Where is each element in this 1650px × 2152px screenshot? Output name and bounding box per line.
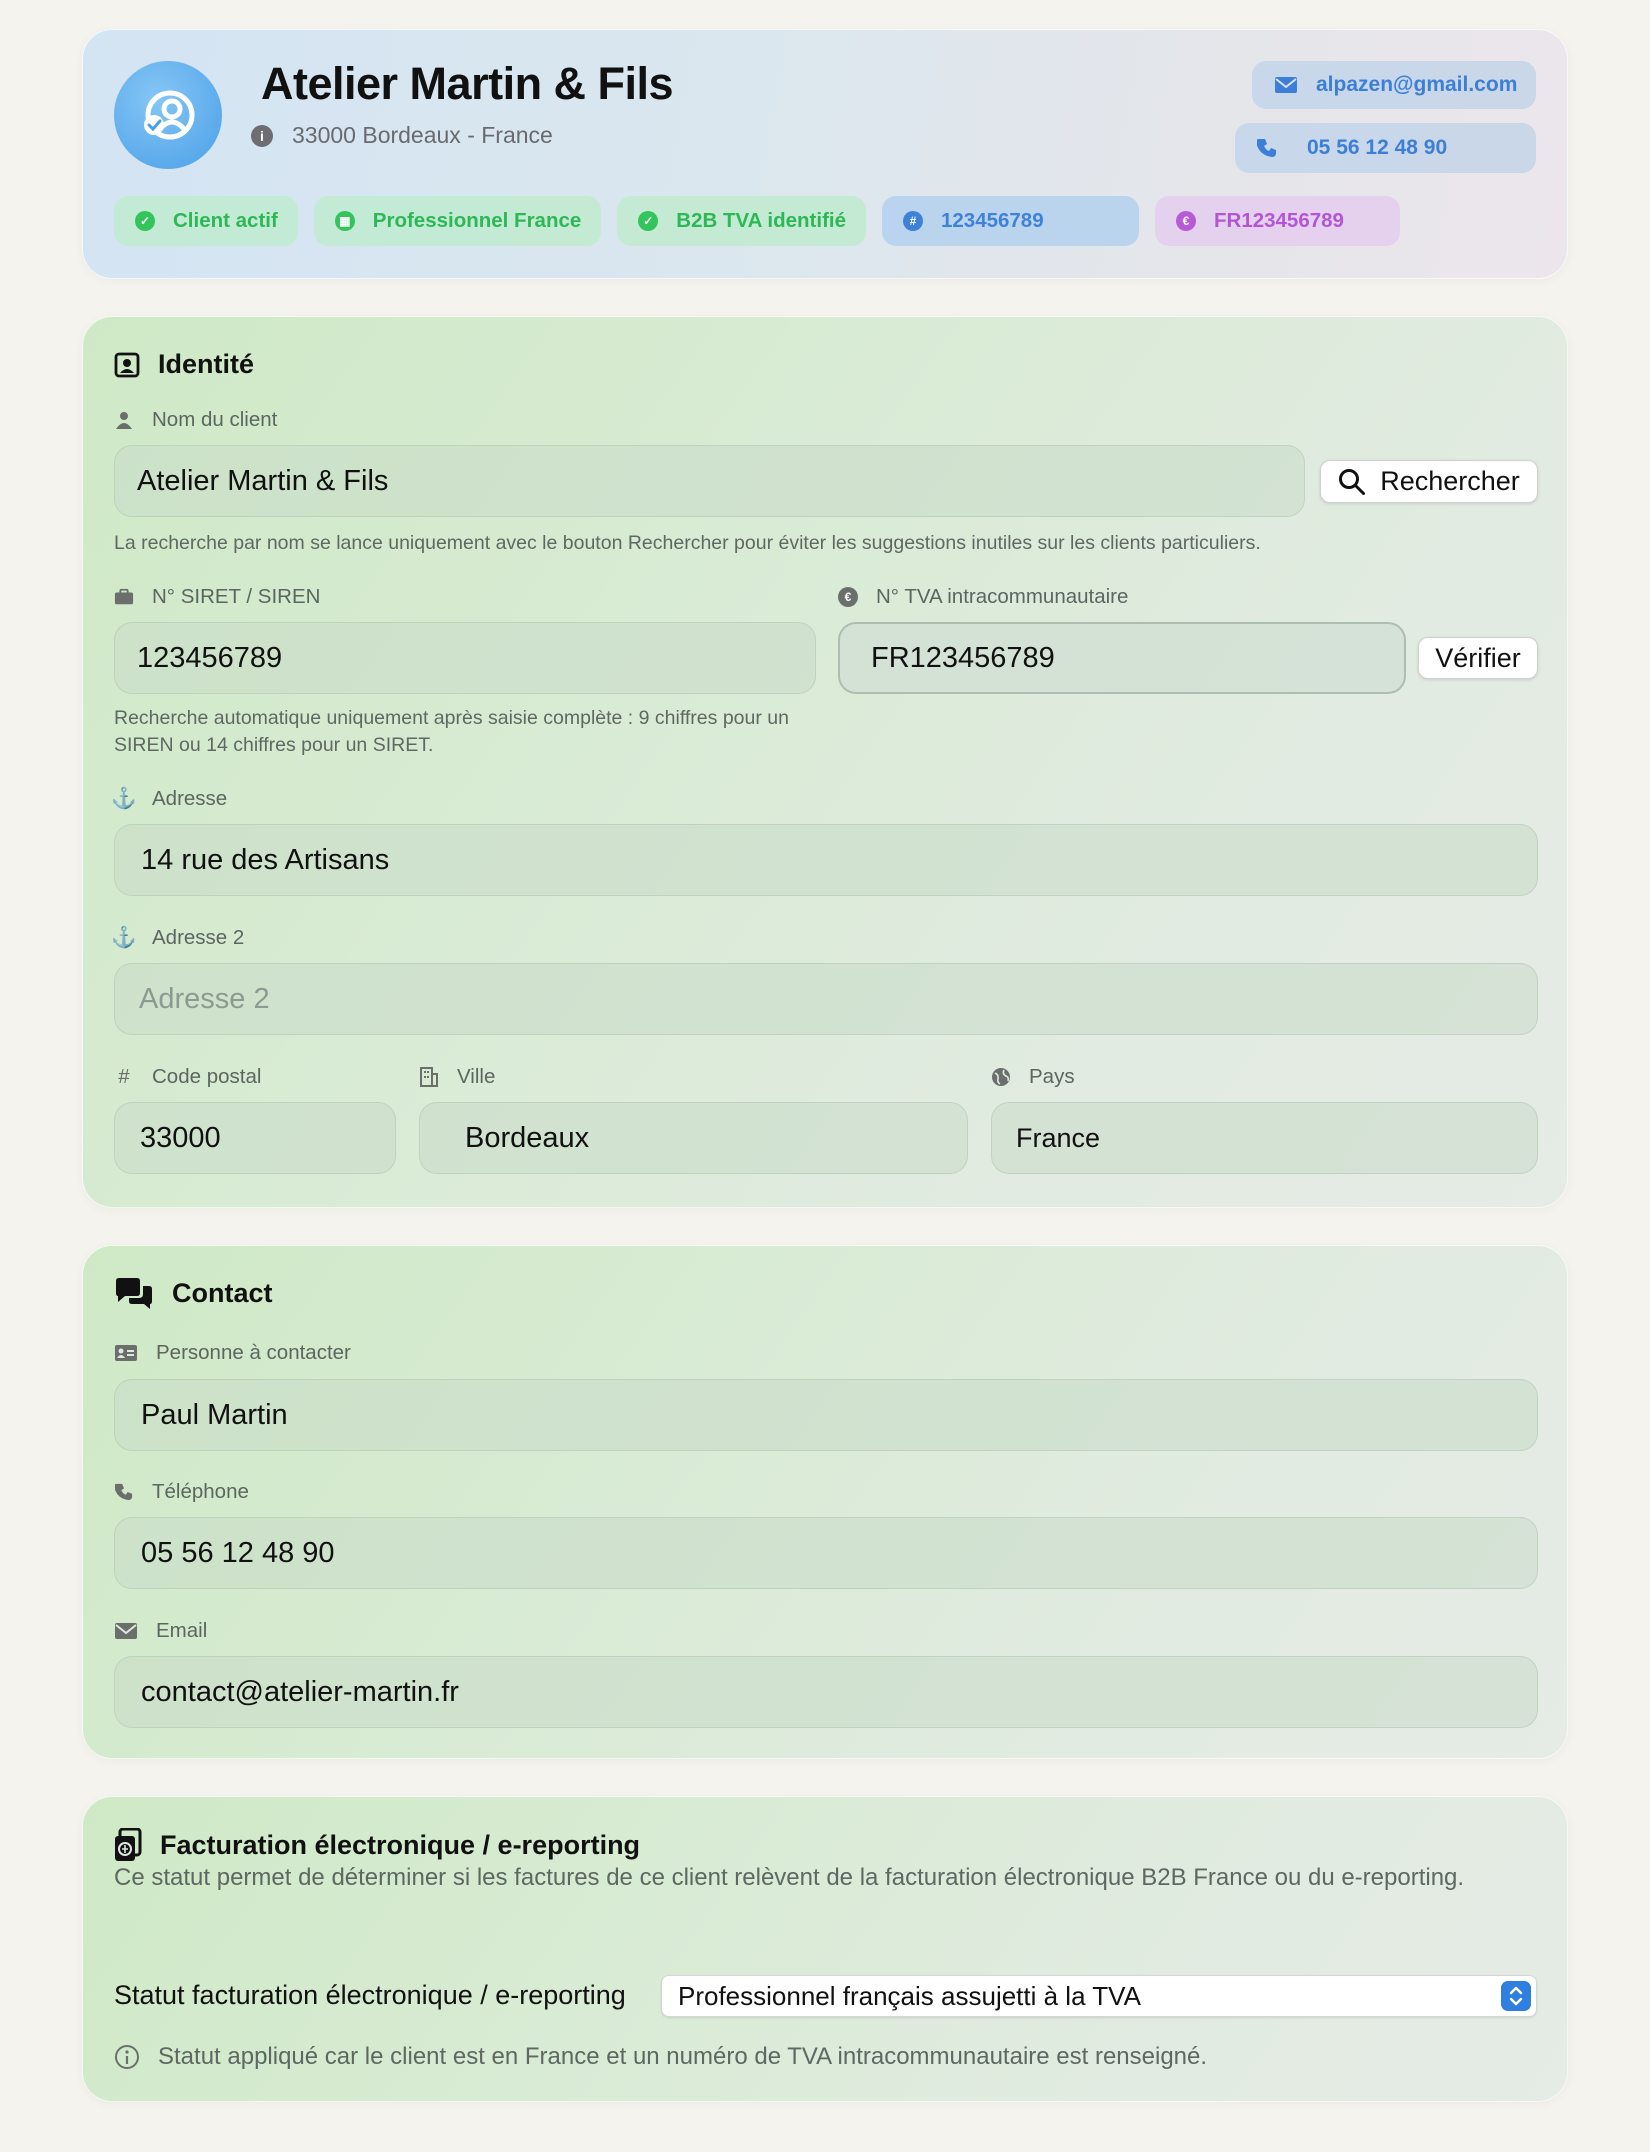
pays-input[interactable]: France xyxy=(991,1102,1538,1174)
status-badges: ✓ Client actif ▦ Professionnel France ✓ … xyxy=(114,196,1400,246)
shield-check-icon: ✓ xyxy=(638,211,659,231)
adresse-label: ⚓ Adresse xyxy=(111,787,228,811)
identite-title: Identité xyxy=(158,349,255,379)
facturation-description: Ce statut permet de déterminer si les fa… xyxy=(114,1864,1465,1891)
check-icon: ✓ xyxy=(135,211,155,231)
client-name-title: Atelier Martin & Fils xyxy=(261,58,674,109)
badge-siren: # 123456789 xyxy=(882,196,1139,246)
ville-label: Ville xyxy=(419,1065,495,1089)
badge-label: FR123456789 xyxy=(1214,209,1344,232)
identite-header: Identité xyxy=(114,349,254,380)
envelope-icon xyxy=(114,1621,138,1641)
person-icon xyxy=(114,410,134,430)
email-input[interactable]: contact@atelier-martin.fr xyxy=(114,1656,1538,1728)
rechercher-label: Rechercher xyxy=(1380,466,1520,496)
briefcase-icon xyxy=(114,587,134,607)
cp-label-text: Code postal xyxy=(152,1065,262,1088)
telephone-label-text: Téléphone xyxy=(152,1480,249,1503)
ville-input[interactable]: Bordeaux xyxy=(419,1102,968,1174)
email-pill-text: alpazen@gmail.com xyxy=(1316,73,1518,96)
badge-tva: € FR123456789 xyxy=(1155,196,1400,246)
statut-select-value: Professionnel français assujetti à la TV… xyxy=(678,1980,1141,2011)
envelope-icon xyxy=(1275,77,1297,93)
info-icon: i xyxy=(251,124,273,147)
siret-label: N° SIRET / SIREN xyxy=(114,585,320,609)
contact-card-icon xyxy=(114,1343,138,1363)
phone-icon xyxy=(114,1482,134,1502)
email-label-text: Email xyxy=(156,1619,208,1642)
client-location-text: 33000 Bordeaux - France xyxy=(292,122,553,148)
badge-b2b-tva: ✓ B2B TVA identifié xyxy=(617,196,866,246)
phone-pill-text: 05 56 12 48 90 xyxy=(1307,136,1448,159)
anchor-icon: ⚓ xyxy=(111,787,137,810)
id-card-icon xyxy=(114,352,140,377)
siret-label-text: N° SIRET / SIREN xyxy=(152,585,321,608)
telephone-label: Téléphone xyxy=(114,1480,249,1504)
client-location: i 33000 Bordeaux - France xyxy=(251,122,553,149)
nom-label: Nom du client xyxy=(114,408,277,432)
contact-header: Contact xyxy=(114,1277,273,1309)
adresse-label-text: Adresse xyxy=(152,787,228,810)
facturation-section: Facturation électronique / e-reporting C… xyxy=(82,1796,1568,2102)
nom-help-text: La recherche par nom se lance uniquement… xyxy=(114,532,1261,554)
badge-label: 123456789 xyxy=(941,209,1044,232)
client-avatar xyxy=(114,61,222,169)
cp-label: # Code postal xyxy=(114,1065,261,1089)
globe-icon xyxy=(991,1067,1011,1087)
search-icon xyxy=(1339,468,1366,495)
euro-icon: € xyxy=(838,587,858,607)
tva-label-text: N° TVA intracommunautaire xyxy=(876,585,1129,608)
email-label: Email xyxy=(114,1619,207,1643)
badge-label: Client actif xyxy=(173,209,278,232)
badge-client-actif: ✓ Client actif xyxy=(114,196,298,246)
facturation-header: Facturation électronique / e-reporting xyxy=(114,1828,640,1862)
client-header-card: Atelier Martin & Fils i 33000 Bordeaux -… xyxy=(82,29,1568,279)
personne-label-text: Personne à contacter xyxy=(156,1341,351,1364)
statut-label: Statut facturation électronique / e-repo… xyxy=(114,1980,626,2010)
invoice-icon xyxy=(115,1828,142,1861)
tva-input[interactable]: FR123456789 xyxy=(838,622,1406,694)
email-pill[interactable]: alpazen@gmail.com xyxy=(1252,61,1536,109)
phone-pill[interactable]: 05 56 12 48 90 xyxy=(1235,123,1536,173)
info-circle-icon xyxy=(115,2045,139,2069)
ville-label-text: Ville xyxy=(457,1065,496,1088)
adresse2-label: ⚓ Adresse 2 xyxy=(111,926,245,950)
anchor-icon: ⚓ xyxy=(111,926,137,949)
phone-icon xyxy=(1257,139,1276,157)
statut-info: Statut appliqué car le client est en Fra… xyxy=(114,2043,1207,2071)
pays-label-text: Pays xyxy=(1029,1065,1075,1088)
badge-label: B2B TVA identifié xyxy=(676,209,846,232)
adresse2-label-text: Adresse 2 xyxy=(152,926,245,949)
statut-info-text: Statut appliqué car le client est en Fra… xyxy=(158,2043,1208,2070)
adresse-input[interactable]: 14 rue des Artisans xyxy=(114,824,1538,896)
nom-client-input[interactable]: Atelier Martin & Fils xyxy=(114,445,1305,517)
contact-section: Contact Personne à contacter Paul Martin… xyxy=(82,1245,1568,1759)
tva-label: € N° TVA intracommunautaire xyxy=(838,585,1128,609)
verifier-button[interactable]: Vérifier xyxy=(1418,637,1538,679)
building-icon xyxy=(419,1067,439,1087)
building-icon: ▦ xyxy=(334,211,355,231)
contact-title: Contact xyxy=(172,1277,273,1308)
siret-input[interactable]: 123456789 xyxy=(114,622,816,694)
telephone-input[interactable]: 05 56 12 48 90 xyxy=(114,1517,1538,1589)
personne-input[interactable]: Paul Martin xyxy=(114,1379,1538,1451)
euro-icon: € xyxy=(1176,211,1196,231)
facturation-title: Facturation électronique / e-reporting xyxy=(160,1829,641,1860)
siret-help-text: Recherche automatique uniquement après s… xyxy=(114,707,789,756)
chat-bubbles-icon xyxy=(116,1278,152,1309)
personne-label: Personne à contacter xyxy=(114,1341,351,1365)
nom-label-text: Nom du client xyxy=(152,408,278,431)
badge-label: Professionnel France xyxy=(372,209,582,232)
adresse2-input[interactable]: Adresse 2 xyxy=(114,963,1538,1035)
badge-professionnel-france: ▦ Professionnel France xyxy=(313,196,602,246)
identite-section: Identité Nom du client Atelier Martin & … xyxy=(82,316,1568,1208)
rechercher-button[interactable]: Rechercher xyxy=(1320,460,1538,503)
pays-label: Pays xyxy=(991,1065,1075,1089)
user-check-icon xyxy=(144,90,195,140)
number-icon: # xyxy=(903,211,923,231)
hash-icon: # xyxy=(118,1065,130,1088)
code-postal-input[interactable]: 33000 xyxy=(114,1102,396,1174)
statut-select[interactable]: Professionnel français assujetti à la TV… xyxy=(661,1975,1537,2017)
chevron-up-down-icon xyxy=(1501,1981,1531,2011)
